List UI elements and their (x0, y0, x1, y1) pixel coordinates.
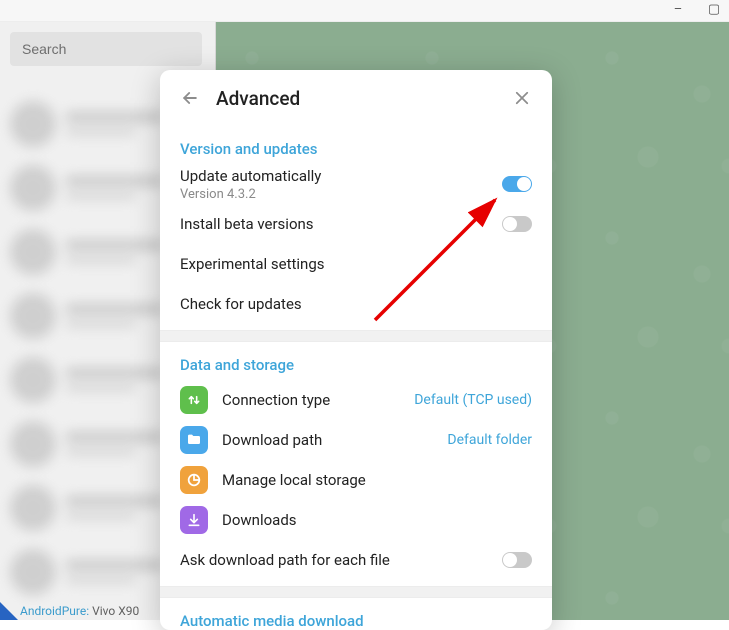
arrows-up-down-icon (186, 392, 202, 408)
close-icon (513, 89, 531, 107)
toggle-ask-download-path[interactable] (502, 552, 532, 568)
modal-scroll[interactable]: Version and updates Update automatically… (160, 126, 552, 630)
toggle-update-automatically[interactable] (502, 176, 532, 192)
window-minimize-button[interactable]: – (671, 2, 685, 16)
row-experimental-settings[interactable]: Experimental settings (180, 244, 532, 284)
arrow-left-icon (180, 88, 200, 108)
advanced-settings-modal: Advanced Version and updates Update auto… (160, 70, 552, 630)
row-check-for-updates[interactable]: Check for updates (180, 284, 532, 324)
row-ask-download-path[interactable]: Ask download path for each file (180, 540, 532, 580)
label-downloads: Downloads (222, 511, 532, 529)
label-download-path: Download path (222, 431, 447, 449)
row-connection-type[interactable]: Connection type Default (TCP used) (180, 380, 532, 420)
folder-shape-icon (186, 432, 202, 448)
download-arrow-icon (186, 512, 202, 528)
row-update-automatically[interactable]: Update automatically Version 4.3.2 (180, 164, 532, 204)
close-button[interactable] (510, 86, 534, 110)
modal-title: Advanced (216, 87, 300, 110)
label-check-updates: Check for updates (180, 295, 532, 313)
label-manage-storage: Manage local storage (222, 471, 532, 489)
back-button[interactable] (178, 86, 202, 110)
label-update-automatically: Update automatically (180, 167, 502, 185)
value-download-path: Default folder (447, 432, 532, 448)
row-manage-storage[interactable]: Manage local storage (180, 460, 532, 500)
label-connection-type: Connection type (222, 391, 414, 409)
pie-icon (186, 472, 202, 488)
window-maximize-button[interactable]: ▢ (707, 2, 721, 16)
label-version: Version 4.3.2 (180, 187, 502, 202)
section-title-data: Data and storage (180, 356, 532, 374)
label-ask-path: Ask download path for each file (180, 551, 502, 569)
section-title-version: Version and updates (180, 140, 532, 158)
toggle-install-beta[interactable] (502, 216, 532, 232)
folder-icon (180, 426, 208, 454)
label-experimental: Experimental settings (180, 255, 532, 273)
window-titlebar: – ▢ (0, 0, 729, 22)
row-download-path[interactable]: Download path Default folder (180, 420, 532, 460)
row-install-beta[interactable]: Install beta versions (180, 204, 532, 244)
row-downloads[interactable]: Downloads (180, 500, 532, 540)
section-title-auto-media: Automatic media download (180, 612, 532, 630)
downloads-icon (180, 506, 208, 534)
storage-icon (180, 466, 208, 494)
label-install-beta: Install beta versions (180, 215, 502, 233)
value-connection-type: Default (TCP used) (414, 392, 532, 408)
connection-icon (180, 386, 208, 414)
